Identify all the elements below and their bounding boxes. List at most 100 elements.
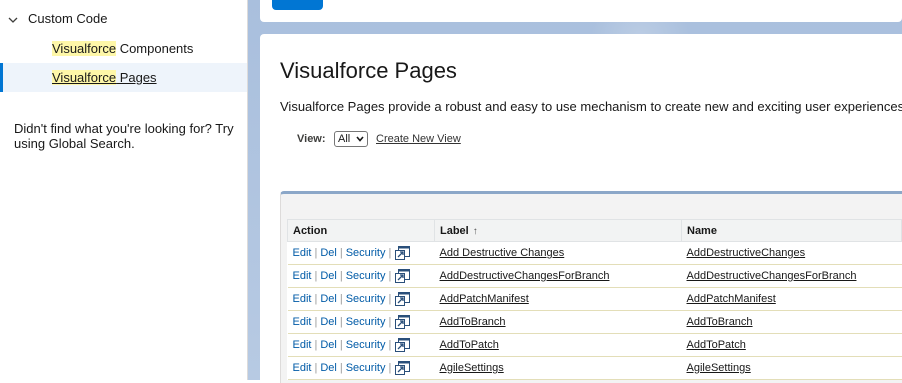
page-label-link[interactable]: AddDestructiveChangesForBranch bbox=[440, 270, 610, 282]
row-actions: Edit | Del | Security | bbox=[287, 264, 435, 288]
row-label-cell: AddDestructiveChangesForBranch bbox=[434, 264, 682, 288]
popout-window-icon[interactable] bbox=[395, 292, 411, 306]
popout-window-icon[interactable] bbox=[395, 315, 411, 329]
delete-link[interactable]: Del bbox=[320, 293, 337, 305]
edit-link[interactable]: Edit bbox=[293, 270, 312, 282]
separator: | bbox=[388, 292, 392, 305]
row-name-cell: AddToPatch bbox=[681, 333, 902, 357]
separator: | bbox=[314, 269, 318, 282]
edit-link[interactable]: Edit bbox=[293, 247, 312, 259]
security-link[interactable]: Security bbox=[346, 316, 386, 328]
view-select-value: All bbox=[338, 133, 351, 145]
row-name-cell: AddDestructiveChanges bbox=[681, 241, 902, 265]
page-label-link[interactable]: Add Destructive Changes bbox=[440, 247, 565, 259]
separator: | bbox=[339, 315, 343, 328]
page-title: Visualforce Pages bbox=[280, 58, 457, 83]
row-label-cell: AddToBranch bbox=[434, 310, 682, 334]
row-name-cell: AgileSettings bbox=[681, 356, 902, 380]
column-header-name[interactable]: Name bbox=[681, 219, 902, 242]
sidebar-item-visualforce-components[interactable]: Visualforce Components bbox=[0, 34, 247, 63]
separator: | bbox=[314, 361, 318, 374]
table-header-row: Action Label ↑ Name bbox=[287, 219, 902, 242]
popout-window-icon[interactable] bbox=[395, 246, 411, 260]
row-actions: Edit | Del | Security | bbox=[287, 333, 435, 357]
security-link[interactable]: Security bbox=[346, 293, 386, 305]
row-actions: Edit | Del | Security | bbox=[287, 310, 435, 334]
separator: | bbox=[388, 269, 392, 282]
separator: | bbox=[314, 292, 318, 305]
row-actions: Edit | Del | Security | bbox=[287, 356, 435, 380]
delete-link[interactable]: Del bbox=[320, 247, 337, 259]
header-action-button[interactable] bbox=[272, 0, 323, 10]
security-link[interactable]: Security bbox=[346, 362, 386, 374]
separator: | bbox=[339, 246, 343, 259]
edit-link[interactable]: Edit bbox=[293, 362, 312, 374]
popout-window-icon[interactable] bbox=[395, 361, 411, 375]
row-actions: Edit | Del | Security | bbox=[287, 287, 435, 311]
page-name-link[interactable]: AddToBranch bbox=[687, 316, 753, 328]
sort-ascending-icon: ↑ bbox=[472, 225, 478, 237]
edit-link[interactable]: Edit bbox=[293, 339, 312, 351]
search-highlight: Visualforce bbox=[52, 70, 117, 85]
separator: | bbox=[314, 246, 318, 259]
row-name-cell: AddDestructiveChangesForBranch bbox=[681, 264, 902, 288]
row-label-cell: Add Destructive Changes bbox=[434, 241, 682, 265]
page-label-link[interactable]: AddToBranch bbox=[440, 316, 506, 328]
page-label-link[interactable]: AgileSettings bbox=[440, 362, 504, 374]
separator: | bbox=[388, 361, 392, 374]
view-select[interactable]: All bbox=[334, 131, 368, 147]
table-row: Edit | Del | Security | AddPatchManifest AddP… bbox=[287, 287, 902, 311]
page-name-link[interactable]: AddDestructiveChanges bbox=[687, 247, 806, 259]
page-label-link[interactable]: AddToPatch bbox=[440, 339, 499, 351]
page-name-link[interactable]: AddPatchManifest bbox=[687, 293, 776, 305]
visualforce-pages-table: Action Label ↑ Name Edit | Del | Security | Ad… bbox=[287, 219, 902, 380]
chevron-down-icon[interactable] bbox=[7, 14, 19, 26]
popout-window-icon[interactable] bbox=[395, 269, 411, 283]
search-highlight: Visualforce bbox=[52, 41, 117, 56]
row-name-cell: AddPatchManifest bbox=[681, 287, 902, 311]
separator: | bbox=[314, 315, 318, 328]
row-label-cell: AddPatchManifest bbox=[434, 287, 682, 311]
table-row: Edit | Del | Security | AddToPatch AddToPatch bbox=[287, 333, 902, 357]
security-link[interactable]: Security bbox=[346, 247, 386, 259]
view-label: View: bbox=[297, 133, 326, 145]
delete-link[interactable]: Del bbox=[320, 339, 337, 351]
page-name-link[interactable]: AgileSettings bbox=[687, 362, 751, 374]
table-row: Edit | Del | Security | Add Destructive Chang… bbox=[287, 241, 902, 265]
page-name-link[interactable]: AddToPatch bbox=[687, 339, 746, 351]
tree-node-label: Custom Code bbox=[28, 11, 108, 26]
sidebar-item-label: Pages bbox=[116, 70, 157, 85]
page-name-link[interactable]: AddDestructiveChangesForBranch bbox=[687, 270, 857, 282]
security-link[interactable]: Security bbox=[346, 270, 386, 282]
column-header-action: Action bbox=[287, 219, 435, 242]
delete-link[interactable]: Del bbox=[320, 316, 337, 328]
page-label-link[interactable]: AddPatchManifest bbox=[440, 293, 529, 305]
separator: | bbox=[339, 338, 343, 351]
sidebar-item-label: Components bbox=[116, 41, 194, 56]
create-new-view-link[interactable]: Create New View bbox=[376, 133, 461, 145]
edit-link[interactable]: Edit bbox=[293, 316, 312, 328]
row-actions: Edit | Del | Security | bbox=[287, 241, 435, 265]
separator: | bbox=[339, 269, 343, 282]
delete-link[interactable]: Del bbox=[320, 362, 337, 374]
delete-link[interactable]: Del bbox=[320, 270, 337, 282]
column-header-label: Action bbox=[293, 224, 328, 237]
security-link[interactable]: Security bbox=[346, 339, 386, 351]
popout-window-icon[interactable] bbox=[395, 338, 411, 352]
separator: | bbox=[339, 292, 343, 305]
separator: | bbox=[339, 361, 343, 374]
table-row: Edit | Del | Security | AddDestructiveChanges… bbox=[287, 264, 902, 288]
column-header-label: Name bbox=[687, 224, 717, 237]
header-card-bottom bbox=[260, 0, 902, 22]
column-header-label: Label bbox=[440, 224, 469, 237]
edit-link[interactable]: Edit bbox=[293, 293, 312, 305]
table-row: Edit | Del | Security | AddToBranch AddToBran… bbox=[287, 310, 902, 334]
page-description: Visualforce Pages provide a robust and e… bbox=[280, 99, 902, 114]
global-search-hint: Didn't find what you're looking for? Try… bbox=[14, 121, 234, 151]
separator: | bbox=[388, 338, 392, 351]
separator: | bbox=[388, 246, 392, 259]
column-header-label-sort[interactable]: Label ↑ bbox=[434, 219, 682, 242]
row-name-cell: AddToBranch bbox=[681, 310, 902, 334]
sidebar-item-visualforce-pages[interactable]: Visualforce Pages bbox=[0, 63, 247, 92]
tree-node-custom-code[interactable]: Custom Code bbox=[0, 8, 247, 30]
